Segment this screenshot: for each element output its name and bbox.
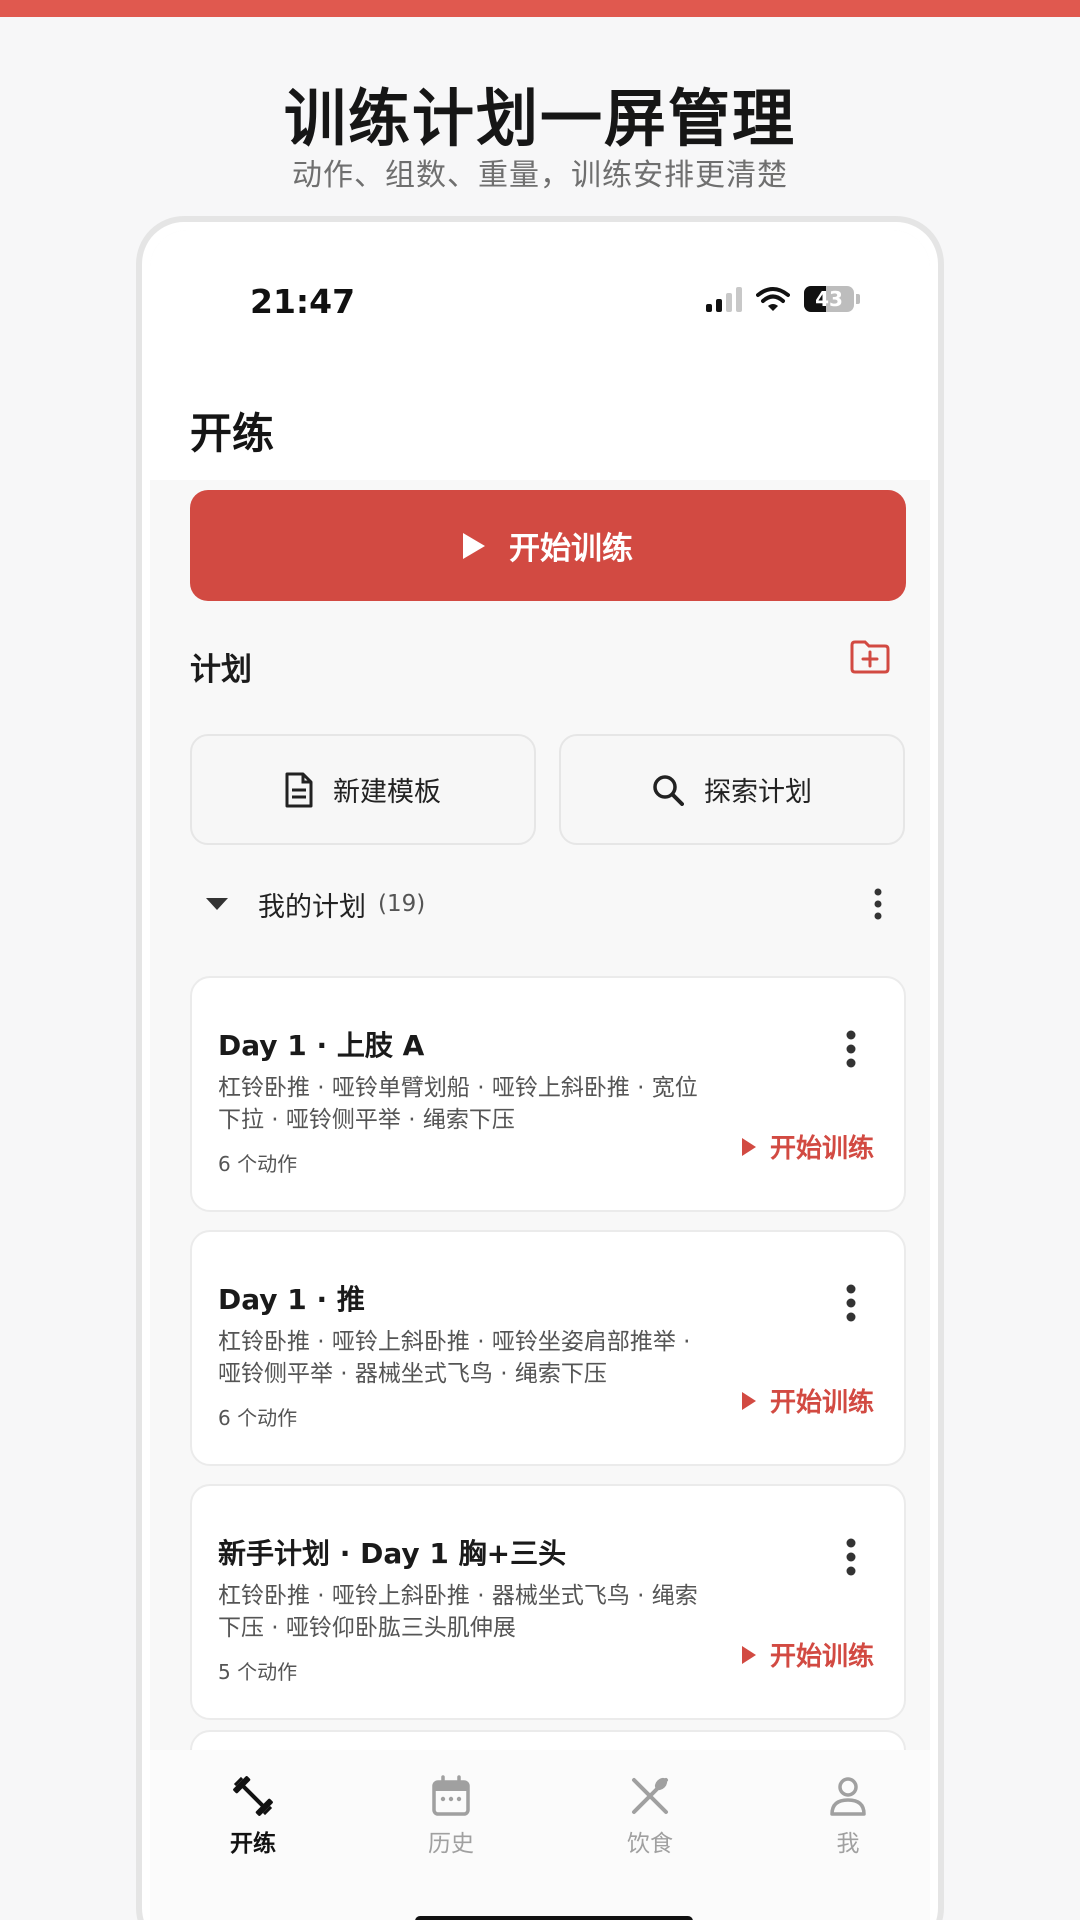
tab-profile-label: 我 (836, 1831, 860, 1857)
header-area: 21:47 43 开练 (150, 230, 930, 480)
utensils-icon (632, 1777, 668, 1814)
more-vertical-icon[interactable] (846, 1030, 856, 1068)
status-time: 21:47 (250, 282, 356, 321)
new-template-button[interactable]: 新建模板 (190, 734, 536, 845)
explore-plans-button[interactable]: 探索计划 (559, 734, 905, 845)
top-accent-stripe (0, 0, 1080, 17)
tab-workout-label: 开练 (230, 1831, 276, 1857)
plan-card-count: 6 个动作 (218, 1152, 298, 1176)
start-workout-label: 开始训练 (509, 531, 633, 567)
battery-tip (856, 294, 860, 304)
new-template-label: 新建模板 (333, 777, 441, 808)
signal-icon (706, 286, 742, 312)
play-icon (741, 1645, 756, 1664)
plan-card[interactable]: Day 1 · 推 杠铃卧推 · 哑铃上斜卧推 · 哑铃坐姿肩部推举 · 哑铃侧… (190, 1230, 906, 1466)
wifi-icon (756, 287, 790, 311)
plan-card-start-label: 开始训练 (769, 1642, 874, 1672)
document-icon (285, 772, 313, 807)
plan-card-exercises: 杠铃卧推 · 哑铃上斜卧推 · 哑铃坐姿肩部推举 · 哑铃侧平举 · 器械坐式飞… (218, 1329, 691, 1387)
plans-section-label: 计划 (190, 652, 252, 688)
bottom-tab-bar: 开练 历史 饮食 我 (150, 1750, 930, 1920)
my-plans-label: 我的计划 (258, 891, 366, 923)
person-icon (830, 1777, 866, 1816)
start-workout-button[interactable]: 开始训练 (190, 490, 906, 601)
my-plans-header[interactable]: 我的计划 (19) (190, 880, 906, 928)
plan-card-start-button[interactable]: 开始训练 (741, 1382, 874, 1419)
plan-card-start-label: 开始训练 (769, 1388, 874, 1418)
tab-profile[interactable]: 我 (788, 1774, 908, 1858)
dumbbell-icon (233, 1776, 273, 1816)
battery-level: 43 (815, 287, 843, 311)
my-plans-count: (19) (378, 891, 426, 917)
plan-card[interactable]: 新手计划 · Day 1 胸+三头 杠铃卧推 · 哑铃上斜卧推 · 器械坐式飞鸟… (190, 1484, 906, 1720)
more-vertical-icon[interactable] (874, 886, 882, 922)
play-icon (741, 1391, 756, 1410)
plan-card-exercises: 杠铃卧推 · 哑铃上斜卧推 · 器械坐式飞鸟 · 绳索下压 · 哑铃仰卧肱三头肌… (218, 1583, 698, 1641)
plan-card-count: 6 个动作 (218, 1406, 298, 1430)
plan-card-count: 5 个动作 (218, 1660, 298, 1684)
battery-icon: 43 (804, 286, 854, 312)
explore-plans-label: 探索计划 (704, 777, 812, 808)
tab-diet-label: 饮食 (627, 1831, 673, 1857)
play-icon (463, 532, 485, 559)
promo-subtitle: 动作、组数、重量，训练安排更清楚 (292, 158, 788, 193)
status-icons: 43 (706, 286, 860, 312)
tab-workout[interactable]: 开练 (193, 1774, 313, 1858)
plan-card-exercises: 杠铃卧推 · 哑铃单臂划船 · 哑铃上斜卧推 · 宽位下拉 · 哑铃侧平举 · … (218, 1075, 698, 1133)
plan-card-title: Day 1 · 推 (218, 1283, 365, 1316)
add-folder-icon[interactable] (850, 640, 890, 674)
play-icon (741, 1137, 756, 1156)
tab-diet[interactable]: 饮食 (590, 1774, 710, 1858)
home-indicator (415, 1916, 693, 1920)
plan-card-start-button[interactable]: 开始训练 (741, 1636, 874, 1673)
tab-history[interactable]: 历史 (391, 1774, 511, 1858)
more-vertical-icon[interactable] (846, 1284, 856, 1322)
plan-card[interactable]: Day 1 · 上肢 A 杠铃卧推 · 哑铃单臂划船 · 哑铃上斜卧推 · 宽位… (190, 976, 906, 1212)
promo-title: 训练计划一屏管理 (283, 82, 796, 155)
plan-card-title: 新手计划 · Day 1 胸+三头 (218, 1537, 567, 1570)
plan-card-start-button[interactable]: 开始训练 (741, 1128, 874, 1165)
plan-card-title: Day 1 · 上肢 A (218, 1029, 425, 1062)
search-icon (653, 774, 684, 806)
calendar-icon (432, 1775, 470, 1816)
caret-down-icon (206, 898, 228, 910)
phone-frame: 21:47 43 开练 开始训练 计划 新建模板 探索计划 我的计划 (19) … (136, 216, 944, 1920)
page-title: 开练 (190, 409, 275, 458)
plan-card-start-label: 开始训练 (769, 1134, 874, 1164)
app-screen: 21:47 43 开练 开始训练 计划 新建模板 探索计划 我的计划 (19) … (150, 230, 930, 1920)
more-vertical-icon[interactable] (846, 1538, 856, 1576)
tab-history-label: 历史 (428, 1831, 474, 1857)
